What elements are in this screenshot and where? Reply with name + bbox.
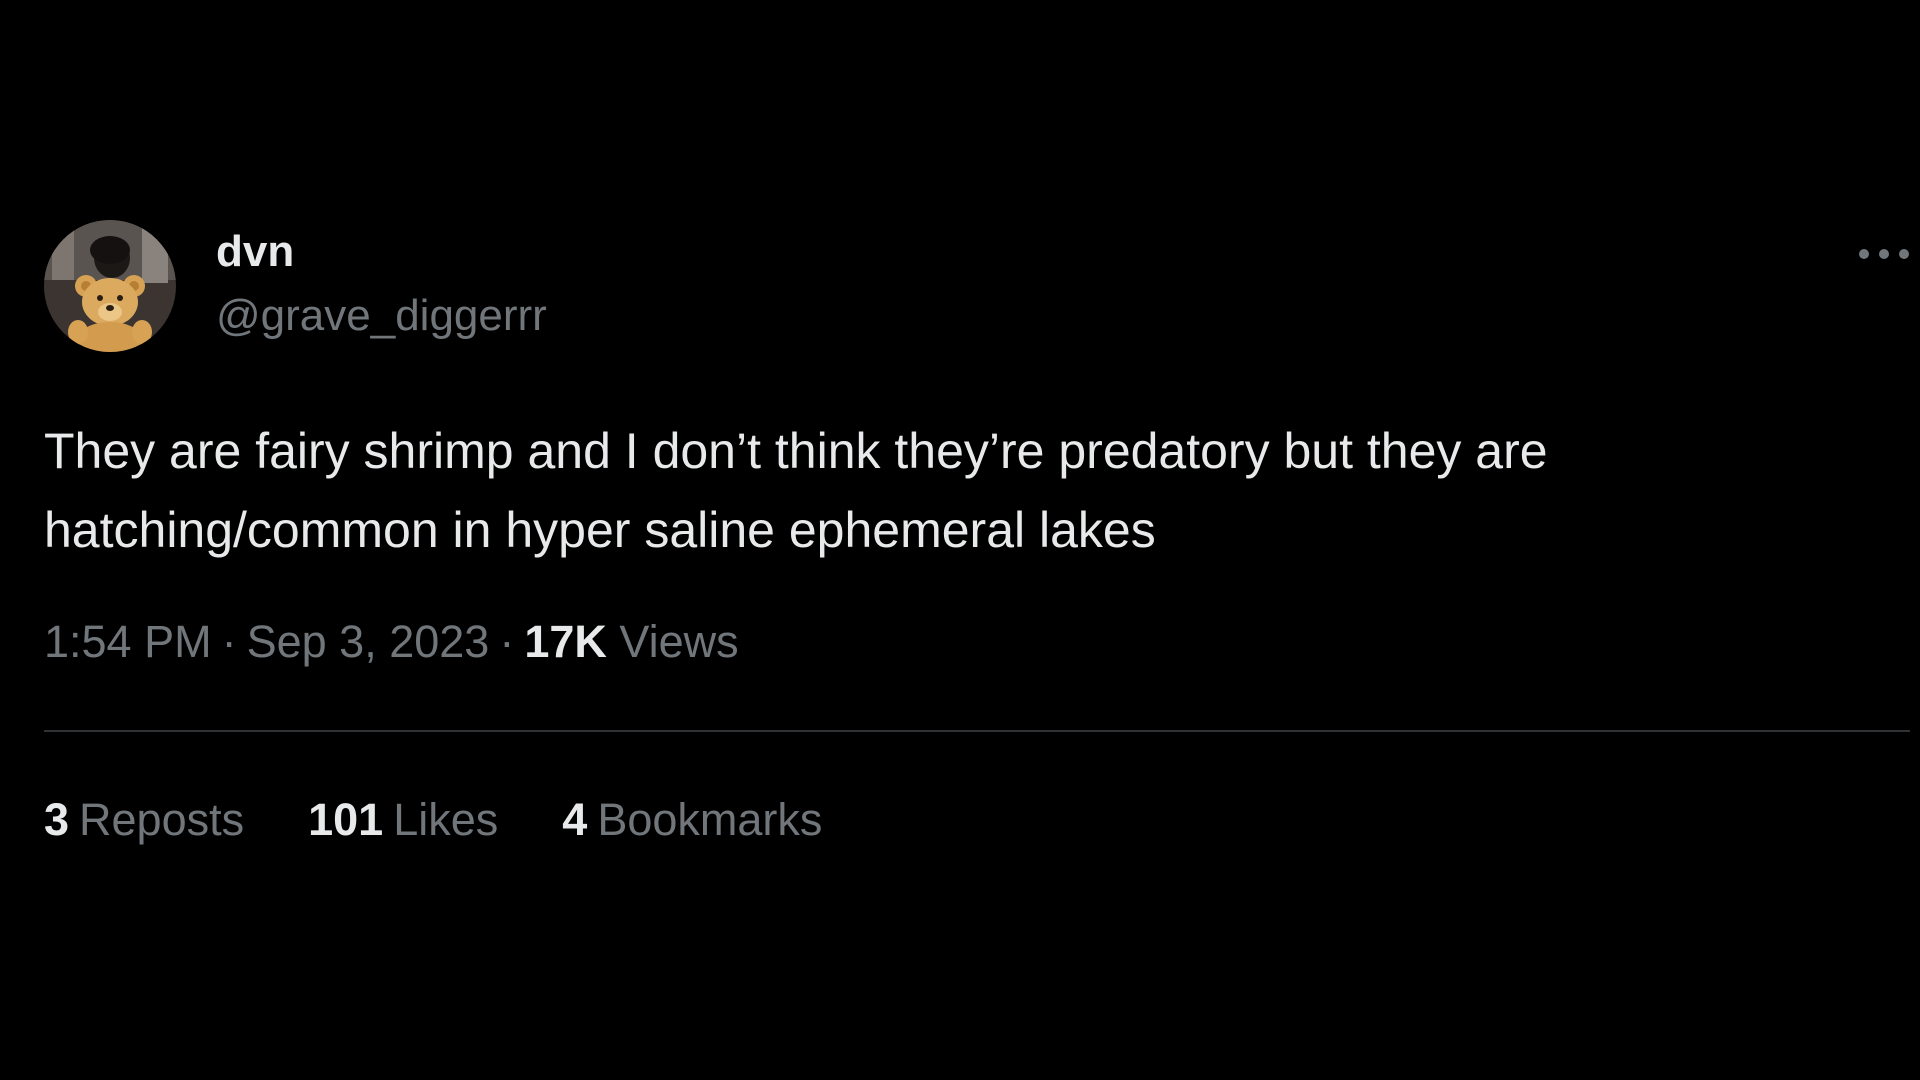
author-names: dvn @grave_diggerrr [216,226,547,342]
author-display-name[interactable]: dvn [216,226,547,278]
likes-stat[interactable]: 101 Likes [308,792,498,848]
bookmarks-label: Bookmarks [597,794,823,845]
bookmarks-count: 4 [562,794,588,845]
reposts-label: Reposts [79,794,245,845]
likes-label: Likes [393,794,499,845]
separator-dot: · [221,616,237,667]
tweet-date[interactable]: Sep 3, 2023 [247,616,490,667]
tweet-metadata: 1:54 PM · Sep 3, 2023 · 17K Views [44,614,1912,670]
tweet-header: dvn @grave_diggerrr [44,218,1912,352]
separator-dot: · [499,616,515,667]
views-label: Views [619,616,739,667]
views-count: 17K [524,616,607,667]
reposts-count: 3 [44,794,70,845]
avatar[interactable] [44,220,176,352]
tweet: dvn @grave_diggerrr They are fairy shrim… [44,218,1912,848]
likes-count: 101 [308,794,384,845]
bookmarks-stat[interactable]: 4 Bookmarks [562,792,822,848]
reposts-stat[interactable]: 3 Reposts [44,792,244,848]
avatar-image [44,220,176,352]
author-handle[interactable]: @grave_diggerrr [216,290,547,342]
engagement-stats: 3 Reposts 101 Likes 4 Bookmarks [44,792,1912,848]
tweet-time[interactable]: 1:54 PM [44,616,212,667]
more-horizontal-icon [1859,249,1909,259]
more-options-button[interactable] [1856,242,1912,266]
tweet-text: They are fairy shrimp and I don’t think … [44,423,1562,558]
divider [44,730,1910,732]
